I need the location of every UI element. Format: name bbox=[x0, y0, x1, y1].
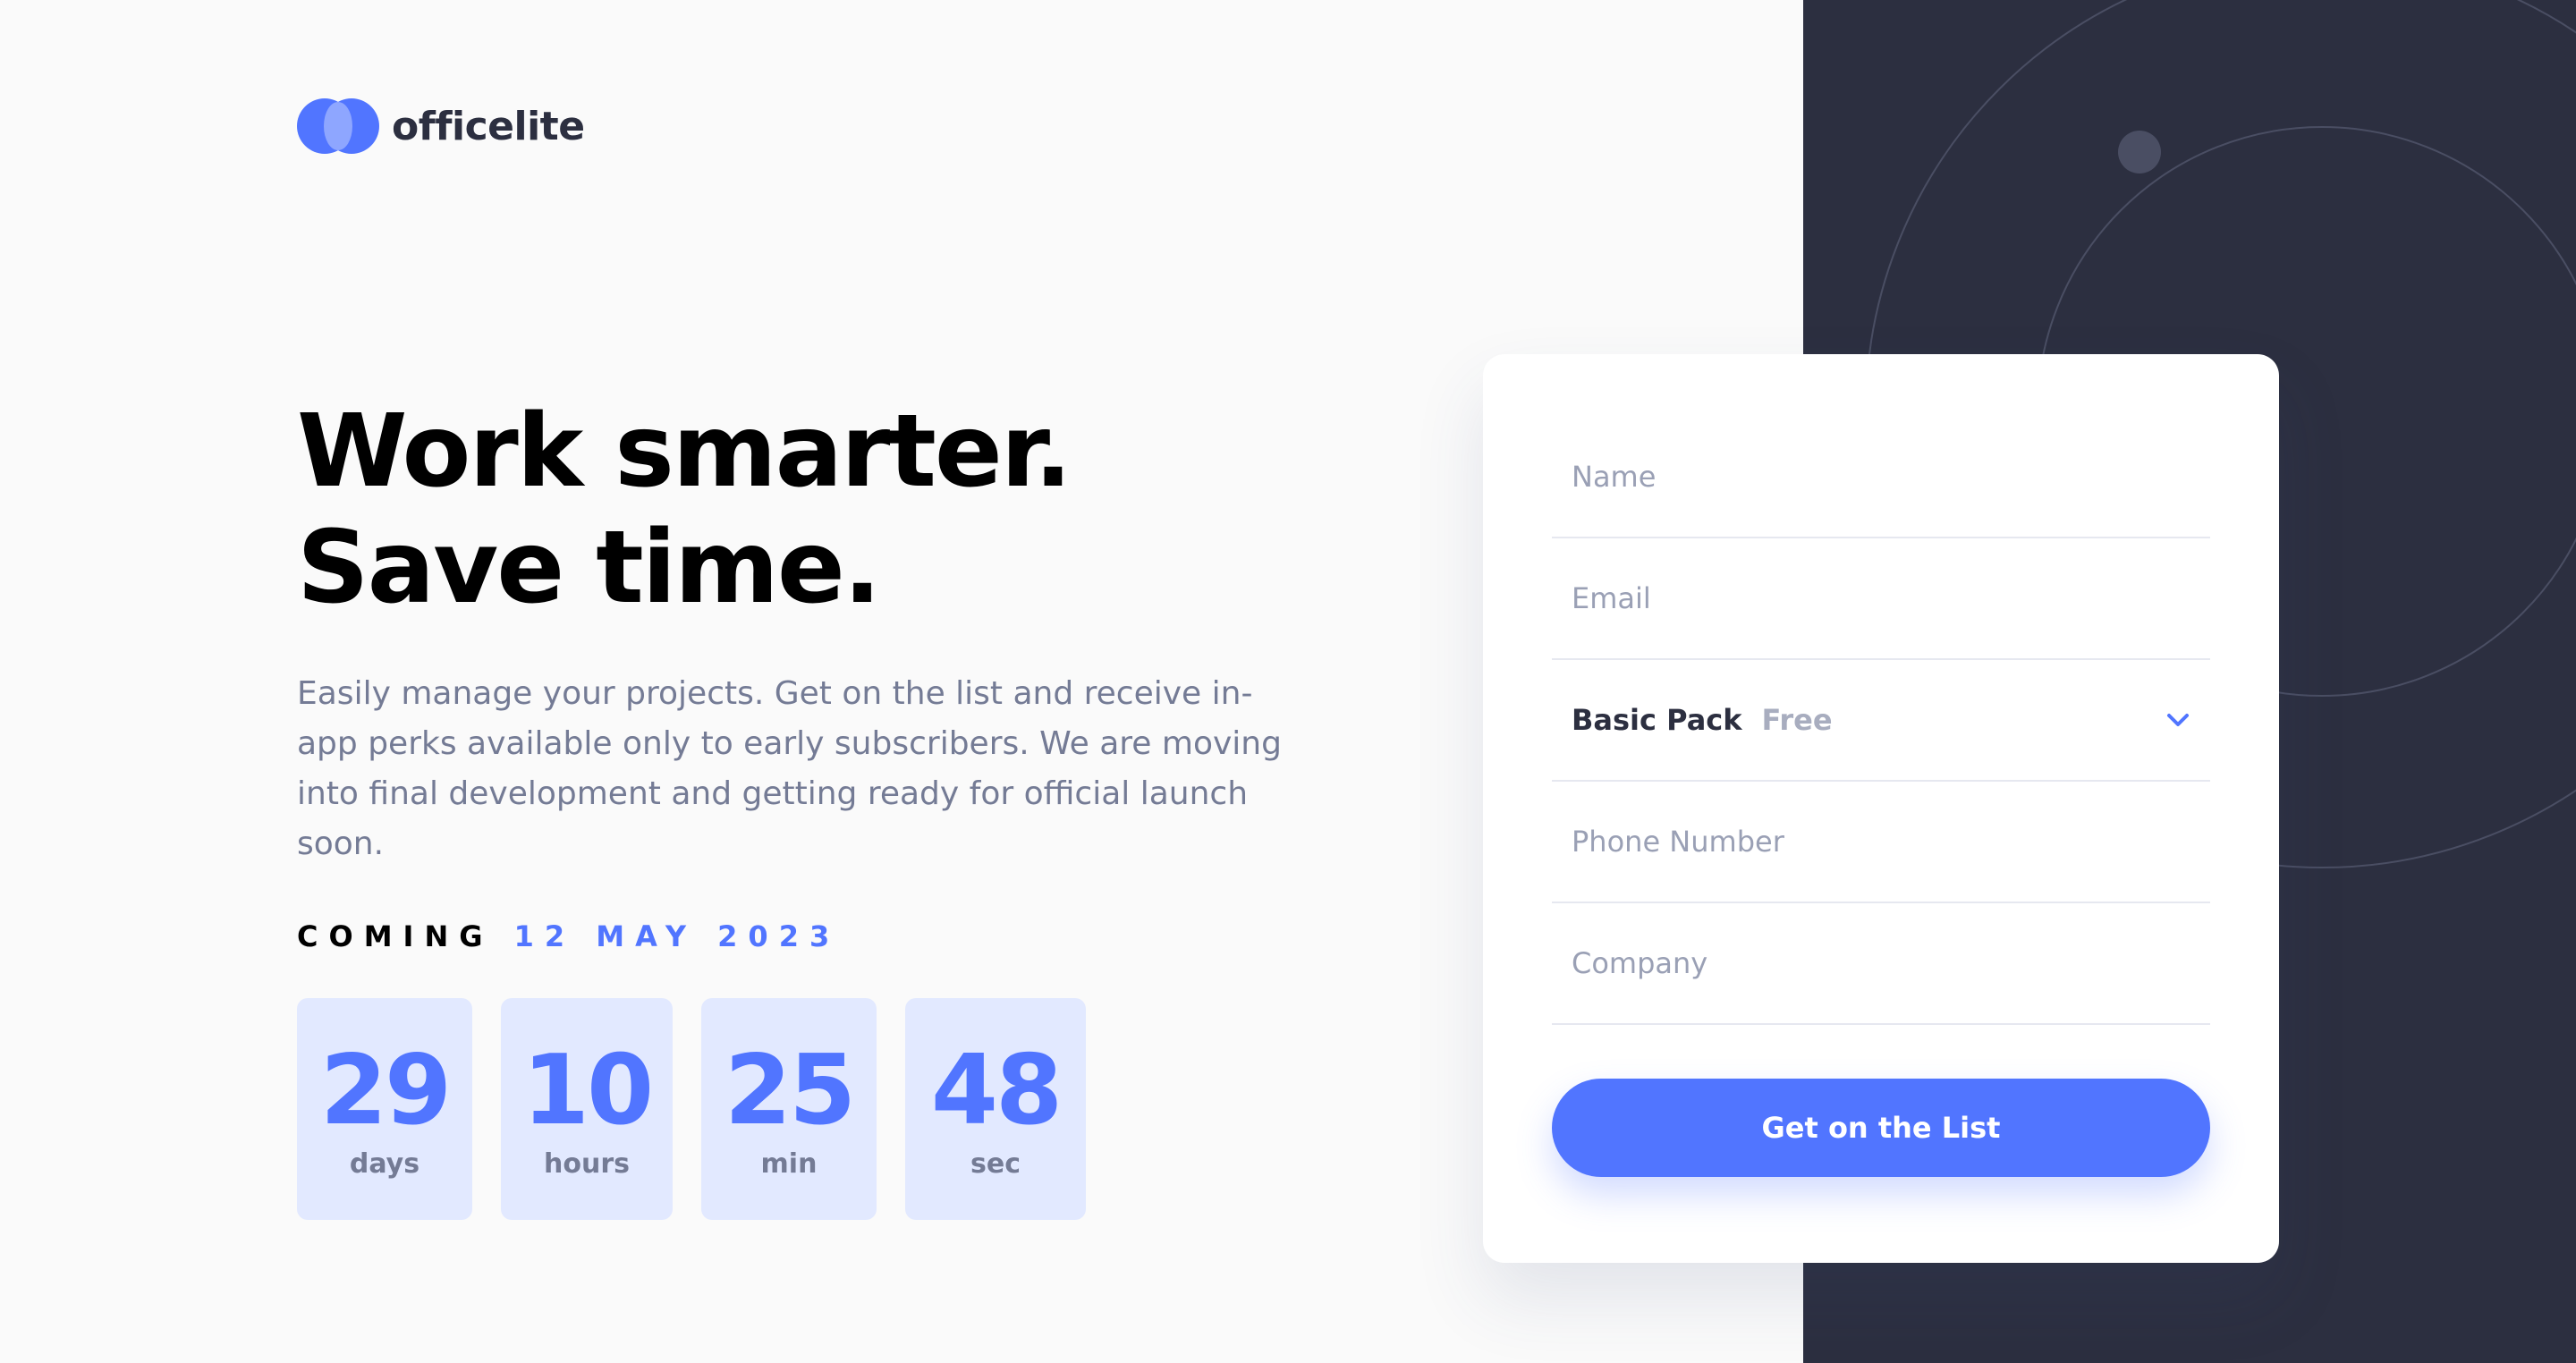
countdown-value: 25 bbox=[724, 1034, 856, 1147]
pack-price: Free bbox=[1761, 703, 1833, 737]
countdown-unit: min bbox=[760, 1147, 818, 1180]
countdown-unit: hours bbox=[544, 1147, 630, 1180]
company-field[interactable]: Company bbox=[1552, 903, 2210, 1025]
name-placeholder: Name bbox=[1572, 460, 1657, 494]
countdown-days: 29 days bbox=[297, 998, 472, 1220]
phone-placeholder: Phone Number bbox=[1572, 825, 1784, 859]
countdown: 29 days 10 hours 25 min 48 sec bbox=[297, 998, 1086, 1220]
countdown-value: 29 bbox=[319, 1034, 452, 1147]
hero-description: Easily manage your projects. Get on the … bbox=[297, 675, 1282, 862]
phone-field[interactable]: Phone Number bbox=[1552, 782, 2210, 903]
countdown-minutes: 25 min bbox=[701, 998, 877, 1220]
countdown-value: 10 bbox=[521, 1034, 654, 1147]
page-title: Work smarter. Save time. bbox=[297, 394, 1072, 626]
logo-icon bbox=[297, 98, 379, 154]
launch-date: COMING 12 MAY 2023 bbox=[297, 919, 840, 953]
pack-name: Basic Pack bbox=[1572, 703, 1742, 737]
decorative-dot bbox=[2118, 131, 2161, 174]
countdown-value: 48 bbox=[930, 1034, 1063, 1147]
email-placeholder: Email bbox=[1572, 581, 1651, 615]
company-placeholder: Company bbox=[1572, 946, 1708, 980]
logo-text: officelite bbox=[392, 103, 585, 149]
countdown-seconds: 48 sec bbox=[905, 998, 1086, 1220]
countdown-unit: sec bbox=[970, 1147, 1021, 1180]
coming-label: COMING bbox=[297, 919, 494, 953]
name-field[interactable]: Name bbox=[1552, 417, 2210, 538]
launch-date-value: 12 MAY 2023 bbox=[513, 919, 841, 953]
countdown-unit: days bbox=[349, 1147, 420, 1180]
email-field[interactable]: Email bbox=[1552, 538, 2210, 660]
get-on-the-list-button[interactable]: Get on the List bbox=[1552, 1079, 2210, 1177]
signup-card: Name Email Basic Pack Free Phone Number … bbox=[1483, 354, 2279, 1263]
logo[interactable]: officelite bbox=[297, 98, 585, 154]
countdown-hours: 10 hours bbox=[501, 998, 673, 1220]
pack-select[interactable]: Basic Pack Free bbox=[1552, 660, 2210, 782]
chevron-down-icon[interactable] bbox=[2165, 711, 2190, 729]
